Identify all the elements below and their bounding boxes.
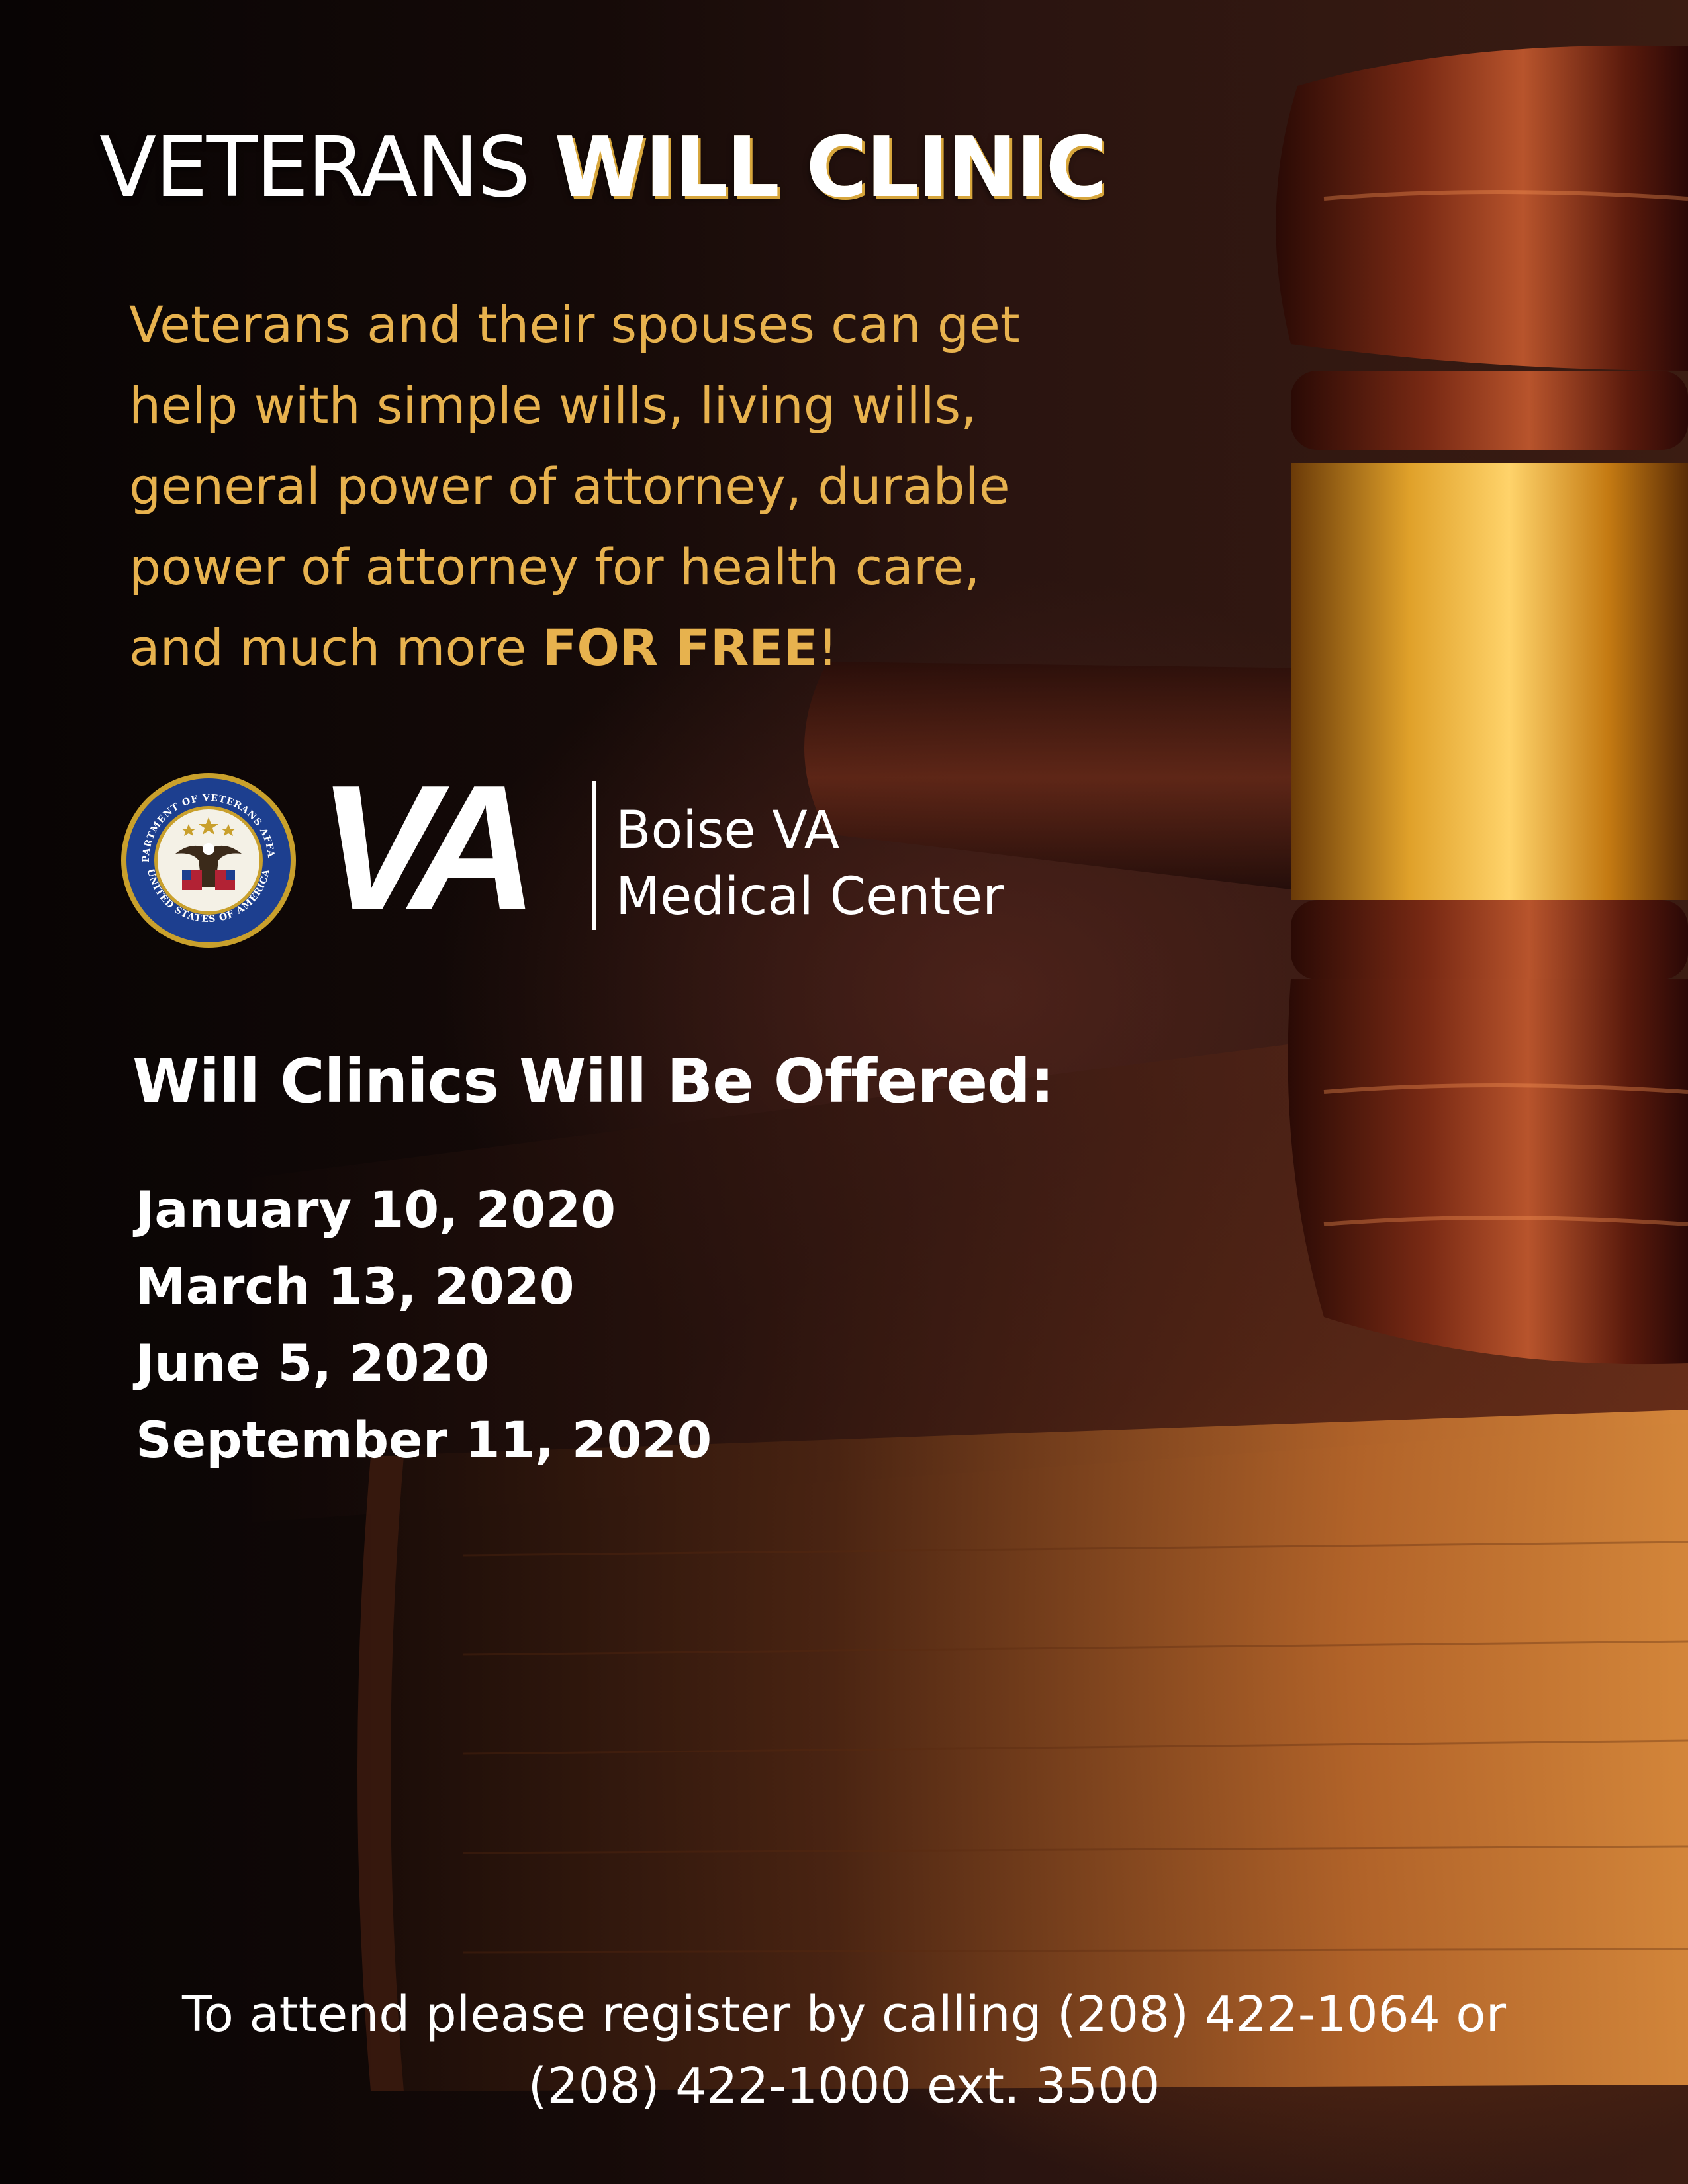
va-wordmark: VA [318,749,538,948]
free-emphasis: FOR FREE [542,618,818,677]
intro-line: help with simple wills, living wills, [129,376,977,435]
clinic-date: June 5, 2020 [136,1334,490,1392]
department-of-veterans-affairs-seal-icon: DEPARTMENT OF VETERANS AFFAIRS UNITED ST… [119,771,296,948]
intro-last-line: and much more FOR FREE! [129,608,1162,688]
registration-line: To attend please register by calling (20… [181,1986,1507,2043]
intro-line: Veterans and their spouses can get [129,295,1020,354]
schedule-heading: Will Clinics Will Be Offered: [132,1046,1055,1116]
logo-divider [592,781,596,930]
page-title: VETERANS WILL CLINIC [99,126,1107,209]
intro-line: power of attorney for health care, [129,537,980,596]
clinic-dates-list: January 10, 2020 March 13, 2020 June 5, … [136,1171,712,1479]
facility-line1: Boise VA [616,801,840,860]
title-bold: WILL CLINIC [554,118,1107,216]
clinic-date: March 13, 2020 [136,1257,575,1316]
intro-paragraph: Veterans and their spouses can get help … [129,285,1162,688]
clinic-date: September 11, 2020 [136,1410,712,1469]
registration-line: (208) 422-1000 ext. 3500 [528,2058,1160,2115]
title-light: VETERANS [99,118,530,216]
va-logo: DEPARTMENT OF VETERANS AFFAIRS UNITED ST… [119,759,1112,948]
registration-info: To attend please register by calling (20… [66,1979,1622,2122]
facility-line2: Medical Center [616,867,1004,927]
flyer: VETERANS WILL CLINIC Veterans and their … [0,0,1688,2184]
intro-last-suffix: ! [818,618,838,677]
facility-name: Boise VA Medical Center [616,797,1004,930]
clinic-date: January 10, 2020 [136,1180,616,1239]
intro-line: general power of attorney, durable [129,457,1010,516]
intro-last-prefix: and much more [129,618,543,677]
